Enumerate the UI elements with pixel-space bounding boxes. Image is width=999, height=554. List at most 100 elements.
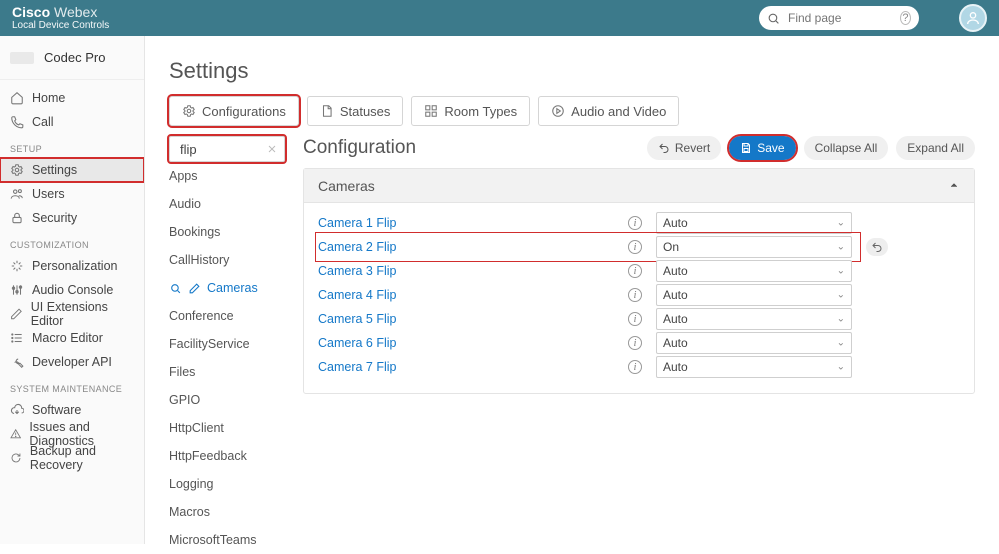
chevron-up-icon <box>948 178 960 194</box>
nav-call[interactable]: Call <box>0 110 144 134</box>
expand-all-button[interactable]: Expand All <box>896 136 975 160</box>
info-icon[interactable]: i <box>628 216 642 230</box>
config-link[interactable]: Camera 1 Flip <box>318 216 618 230</box>
nav-backup[interactable]: Backup and Recovery <box>0 446 144 470</box>
facet-httpfeedback[interactable]: HttpFeedback <box>169 442 285 470</box>
search-icon <box>169 282 182 295</box>
warning-icon <box>10 427 21 441</box>
config-link[interactable]: Camera 7 Flip <box>318 360 618 374</box>
download-cloud-icon <box>10 403 24 417</box>
nav-home[interactable]: Home <box>0 86 144 110</box>
filter-column: AppsAudioBookingsCallHistoryCamerasConfe… <box>169 136 285 554</box>
config-select[interactable]: Auto⌄ <box>656 332 852 354</box>
facet-logging[interactable]: Logging <box>169 470 285 498</box>
avatar[interactable] <box>959 4 987 32</box>
device-info[interactable]: Codec Pro <box>0 44 144 80</box>
facet-apps[interactable]: Apps <box>169 162 285 190</box>
config-link[interactable]: Camera 6 Flip <box>318 336 618 350</box>
brand-cisco: Cisco <box>12 4 50 20</box>
revert-button[interactable]: Revert <box>647 136 721 160</box>
nav-group-maintenance: SYSTEM MAINTENANCE <box>0 374 144 398</box>
config-select[interactable]: Auto⌄ <box>656 308 852 330</box>
help-icon[interactable]: ? <box>900 11 911 25</box>
config-link[interactable]: Camera 4 Flip <box>318 288 618 302</box>
info-icon[interactable]: i <box>628 264 642 278</box>
search-icon <box>767 12 780 25</box>
nav-audio[interactable]: Audio Console <box>0 278 144 302</box>
facet-cameras[interactable]: Cameras <box>169 274 285 302</box>
chevron-down-icon: ⌄ <box>837 218 845 229</box>
clear-icon[interactable] <box>264 141 280 157</box>
users-icon <box>10 187 24 201</box>
nav-issues[interactable]: Issues and Diagnostics <box>0 422 144 446</box>
nav-group-customization: CUSTOMIZATION <box>0 230 144 254</box>
config-select[interactable]: On⌄ <box>656 236 852 258</box>
global-search[interactable]: ? <box>759 6 919 30</box>
nav-group-setup: SETUP <box>0 134 144 158</box>
gear-icon <box>10 163 24 177</box>
panel-header[interactable]: Cameras <box>304 169 974 203</box>
edit-icon <box>188 282 201 295</box>
config-select[interactable]: Auto⌄ <box>656 356 852 378</box>
tab-statuses[interactable]: Statuses <box>307 96 404 126</box>
chevron-down-icon: ⌄ <box>837 242 845 253</box>
config-link[interactable]: Camera 2 Flip <box>318 240 618 254</box>
nav-api[interactable]: Developer API <box>0 350 144 374</box>
tab-room-types[interactable]: Room Types <box>411 96 530 126</box>
filter-search[interactable] <box>169 136 285 162</box>
panel-title: Cameras <box>318 178 375 194</box>
nav-personalization[interactable]: Personalization <box>0 254 144 278</box>
list-icon <box>10 331 24 345</box>
facet-gpio[interactable]: GPIO <box>169 386 285 414</box>
config-link[interactable]: Camera 3 Flip <box>318 264 618 278</box>
lock-icon <box>10 211 24 225</box>
facet-bookings[interactable]: Bookings <box>169 218 285 246</box>
tab-audio-video[interactable]: Audio and Video <box>538 96 679 126</box>
chevron-down-icon: ⌄ <box>837 362 845 373</box>
phone-icon <box>10 115 24 129</box>
info-icon[interactable]: i <box>628 312 642 326</box>
content-column: Configuration Revert Save Collaps <box>303 136 975 554</box>
collapse-all-button[interactable]: Collapse All <box>804 136 889 160</box>
nav-macro[interactable]: Macro Editor <box>0 326 144 350</box>
device-name: Codec Pro <box>44 50 105 65</box>
brand: Cisco Webex Local Device Controls <box>12 5 109 31</box>
main: Settings Configurations Statuses Room Ty… <box>145 36 999 544</box>
global-search-input[interactable] <box>786 10 896 26</box>
facet-facilityservice[interactable]: FacilityService <box>169 330 285 358</box>
undo-icon <box>658 142 670 154</box>
undo-button[interactable] <box>866 238 888 256</box>
filter-input[interactable] <box>178 141 262 158</box>
config-select[interactable]: Auto⌄ <box>656 260 852 282</box>
sparkle-icon <box>10 259 24 273</box>
nav-users[interactable]: Users <box>0 182 144 206</box>
panel-body: Camera 1 Flip i Auto⌄ Camera 2 Flip i On⌄ Came… <box>304 203 974 393</box>
save-icon <box>740 142 752 154</box>
tab-configurations[interactable]: Configurations <box>169 96 299 126</box>
info-icon[interactable]: i <box>628 240 642 254</box>
config-link[interactable]: Camera 5 Flip <box>318 312 618 326</box>
brand-webex: Webex <box>54 4 97 20</box>
config-select[interactable]: Auto⌄ <box>656 212 852 234</box>
facet-list: AppsAudioBookingsCallHistoryCamerasConfe… <box>169 162 285 554</box>
nav-security[interactable]: Security <box>0 206 144 230</box>
info-icon[interactable]: i <box>628 288 642 302</box>
config-select[interactable]: Auto⌄ <box>656 284 852 306</box>
facet-audio[interactable]: Audio <box>169 190 285 218</box>
info-icon[interactable]: i <box>628 336 642 350</box>
info-icon[interactable]: i <box>628 360 642 374</box>
page-title: Settings <box>169 58 975 84</box>
chevron-down-icon: ⌄ <box>837 314 845 325</box>
facet-macros[interactable]: Macros <box>169 498 285 526</box>
facet-httpclient[interactable]: HttpClient <box>169 414 285 442</box>
user-icon <box>965 10 981 26</box>
nav-ui-ext[interactable]: UI Extensions Editor <box>0 302 144 326</box>
save-button[interactable]: Save <box>729 136 795 160</box>
facet-microsoftteams[interactable]: MicrosoftTeams <box>169 526 285 554</box>
facet-callhistory[interactable]: CallHistory <box>169 246 285 274</box>
nav-settings[interactable]: Settings <box>0 158 144 182</box>
facet-files[interactable]: Files <box>169 358 285 386</box>
content-title: Configuration <box>303 137 416 159</box>
facet-conference[interactable]: Conference <box>169 302 285 330</box>
nav-software[interactable]: Software <box>0 398 144 422</box>
